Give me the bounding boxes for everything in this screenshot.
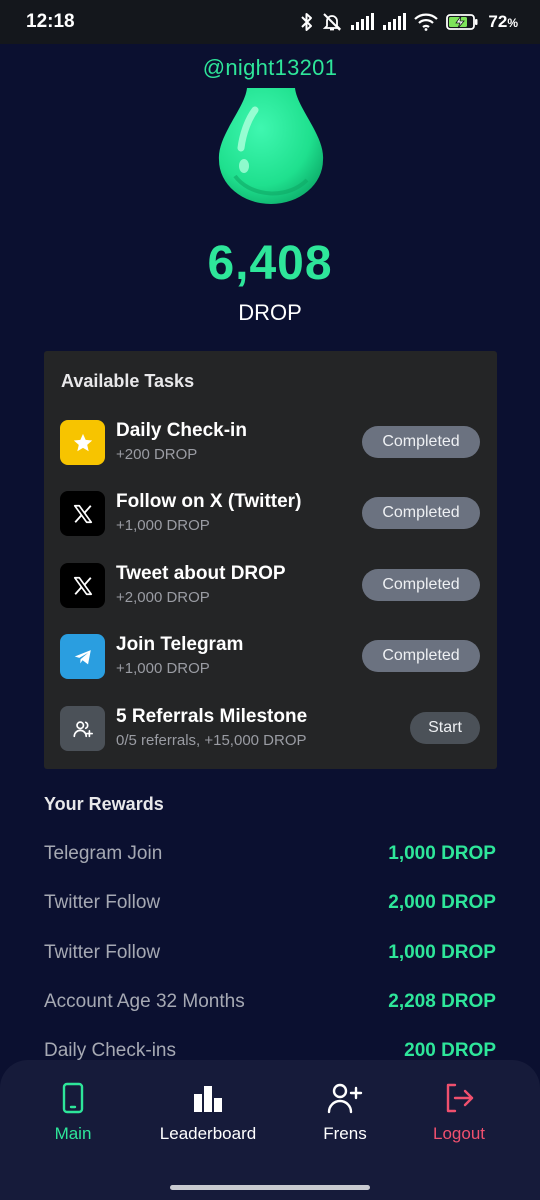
- reward-amount: 200 DROP: [404, 1040, 496, 1061]
- logout-icon: [446, 1083, 474, 1113]
- battery-level: 72%: [488, 12, 518, 31]
- task-name: Tweet about DROP: [116, 563, 286, 584]
- bar-chart-icon: [194, 1086, 222, 1112]
- user-plus-icon: [327, 1083, 363, 1114]
- nav-item-logout[interactable]: Logout: [394, 1082, 524, 1144]
- task-reward: +1,000 DROP: [116, 660, 210, 677]
- bluetooth-icon: [301, 13, 313, 31]
- reward-amount: 2,208 DROP: [388, 991, 496, 1012]
- task-name: 5 Referrals Milestone: [116, 706, 308, 727]
- task-item-follow-x: Follow on X (Twitter) +1,000 DROP Comple…: [60, 491, 480, 537]
- username: @night13201: [202, 55, 338, 80]
- status-time: 12:18: [26, 11, 75, 32]
- task-reward: +2,000 DROP: [116, 589, 210, 606]
- reward-amount: 1,000 DROP: [388, 942, 496, 963]
- reward-label: Daily Check-ins: [44, 1040, 176, 1061]
- nav-label: Logout: [433, 1124, 485, 1143]
- reward-label: Telegram Join: [44, 843, 163, 864]
- task-completed-button[interactable]: Completed: [362, 569, 480, 601]
- reward-row: Account Age 32 Months 2,208 DROP: [44, 991, 496, 1017]
- mute-icon: [323, 13, 342, 31]
- balance-unit: DROP: [238, 300, 302, 325]
- drop-logo-icon: [218, 88, 324, 204]
- reward-amount: 1,000 DROP: [388, 843, 496, 864]
- x-logo-icon: [60, 491, 105, 536]
- task-completed-button[interactable]: Completed: [362, 497, 480, 529]
- home-indicator[interactable]: [170, 1185, 370, 1190]
- available-tasks-card: Available Tasks Daily Check-in +200 DROP…: [44, 351, 497, 769]
- task-name: Daily Check-in: [116, 420, 247, 441]
- rewards-title: Your Rewards: [44, 794, 164, 814]
- reward-row: Twitter Follow 1,000 DROP: [44, 942, 496, 968]
- task-item-tweet: Tweet about DROP +2,000 DROP Completed: [60, 563, 480, 609]
- task-reward: +200 DROP: [116, 446, 198, 463]
- balance-amount: 6,408: [207, 237, 333, 290]
- signal-icon: [383, 13, 407, 30]
- nav-item-main[interactable]: Main: [8, 1082, 138, 1144]
- reward-label: Twitter Follow: [44, 892, 161, 913]
- task-reward: +1,000 DROP: [116, 517, 210, 534]
- task-reward: 0/5 referrals, +15,000 DROP: [116, 732, 307, 749]
- status-icons: 72%: [300, 12, 518, 32]
- task-completed-button[interactable]: Completed: [362, 640, 480, 672]
- nav-item-frens[interactable]: Frens: [280, 1082, 410, 1144]
- bottom-nav: Main Leaderboard Frens Logout: [0, 1060, 540, 1200]
- nav-label: Frens: [323, 1124, 367, 1143]
- wifi-icon: [414, 13, 439, 31]
- nav-label: Main: [54, 1124, 92, 1143]
- task-name: Follow on X (Twitter): [116, 491, 302, 512]
- task-completed-button[interactable]: Completed: [362, 426, 480, 458]
- nav-item-leaderboard[interactable]: Leaderboard: [143, 1082, 273, 1144]
- nav-label: Leaderboard: [159, 1124, 257, 1143]
- users-plus-icon: [60, 706, 105, 751]
- reward-label: Account Age 32 Months: [44, 991, 245, 1012]
- battery-charging-icon: [446, 14, 478, 30]
- task-item-referrals-milestone: 5 Referrals Milestone 0/5 referrals, +15…: [60, 706, 480, 752]
- reward-row: Twitter Follow 2,000 DROP: [44, 892, 496, 918]
- telegram-icon: [60, 634, 105, 679]
- task-item-join-telegram: Join Telegram +1,000 DROP Completed: [60, 634, 480, 680]
- phone-icon: [62, 1082, 84, 1114]
- tasks-title: Available Tasks: [61, 371, 195, 391]
- reward-label: Twitter Follow: [44, 942, 161, 963]
- task-name: Join Telegram: [116, 634, 244, 655]
- reward-row: Telegram Join 1,000 DROP: [44, 843, 496, 869]
- x-logo-icon: [60, 563, 105, 608]
- task-item-daily-checkin: Daily Check-in +200 DROP Completed: [60, 420, 480, 466]
- status-bar: 12:18 72%: [0, 0, 540, 44]
- signal-icon: [351, 13, 375, 30]
- star-icon: [60, 420, 105, 465]
- reward-amount: 2,000 DROP: [388, 892, 496, 913]
- task-start-button[interactable]: Start: [410, 712, 480, 744]
